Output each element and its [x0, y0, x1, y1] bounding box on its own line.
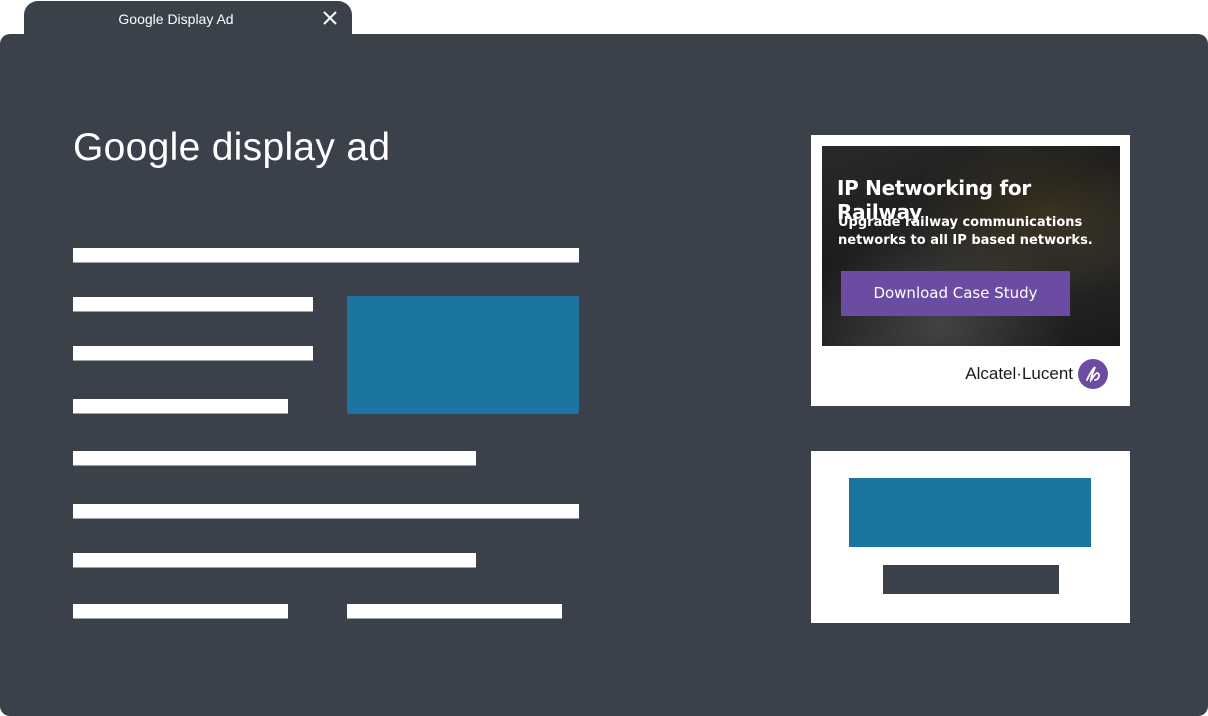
tab-title: Google Display Ad	[118, 11, 234, 27]
window-content: Google display ad IP Networking for Rail…	[0, 34, 1208, 716]
text-line-placeholder	[73, 553, 476, 568]
download-case-study-button[interactable]: Download Case Study	[841, 271, 1070, 316]
text-line-placeholder	[73, 451, 476, 466]
page-title: Google display ad	[73, 126, 391, 169]
alcatel-lucent-logo-icon	[1078, 359, 1108, 389]
text-line-placeholder	[347, 604, 562, 619]
text-line-placeholder	[73, 248, 579, 263]
display-ad[interactable]: IP Networking for Railway Upgrade railwa…	[811, 135, 1130, 406]
brand-name: Alcatel·Lucent	[965, 364, 1073, 383]
ad-button-placeholder	[883, 565, 1059, 594]
text-line-placeholder	[73, 346, 313, 361]
ad-placeholder	[811, 451, 1130, 623]
text-line-placeholder	[73, 604, 288, 619]
close-icon[interactable]	[321, 9, 339, 27]
text-line-placeholder	[73, 504, 579, 519]
text-line-placeholder	[73, 297, 313, 312]
brand: Alcatel·Lucent	[965, 359, 1108, 389]
ad-image-placeholder	[849, 478, 1091, 547]
ad-body: Upgrade railway communications networks …	[838, 215, 1093, 248]
image-placeholder	[347, 296, 579, 414]
ad-background-image: IP Networking for Railway Upgrade railwa…	[822, 146, 1120, 346]
text-line-placeholder	[73, 399, 288, 414]
